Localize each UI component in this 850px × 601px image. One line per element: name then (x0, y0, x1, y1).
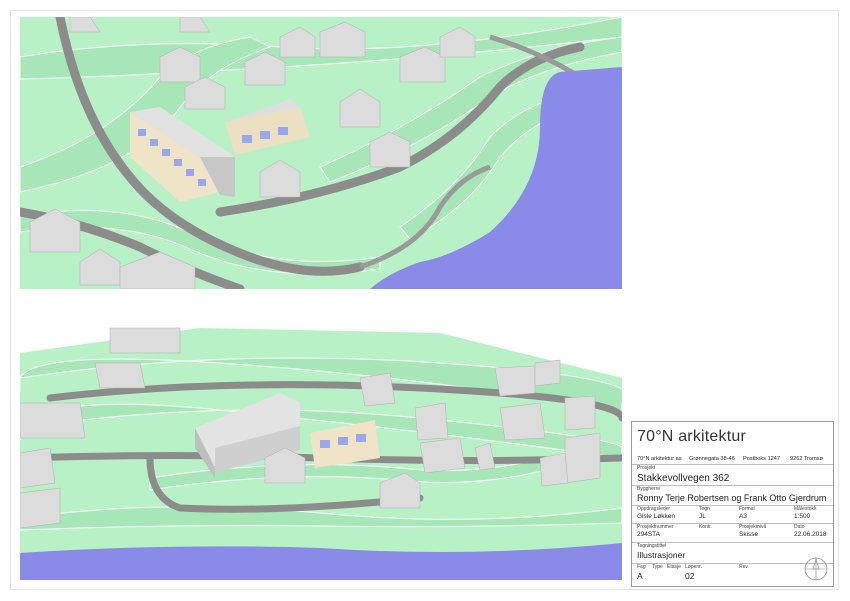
address-city: 9262 Tromsø (790, 456, 823, 462)
rev-label: Rev. (739, 564, 749, 570)
north-arrow-icon (804, 557, 828, 581)
site-illustration-bottom (20, 308, 622, 580)
fag-value: A (637, 571, 643, 581)
address-company: 70°N arkitektur as (637, 456, 682, 462)
lopenr-label: Løpenr. (685, 564, 702, 570)
field-label: Prosjektnivå (739, 524, 767, 530)
field-value: 294STA (637, 531, 661, 538)
divider (632, 464, 833, 465)
field-value: 22.06.2018 (794, 531, 827, 538)
drawing-type-value: Illustrasjoner (637, 550, 686, 560)
field-label: Kontr. (699, 524, 713, 530)
lopenr-value: 02 (685, 571, 695, 581)
title-block: 70°N arkitektur 70°N arkitektur as Grønn… (631, 421, 834, 587)
field-value: Gisle Løkken (637, 513, 675, 520)
field-label: Format (739, 506, 755, 512)
site-illustration-top (20, 17, 622, 289)
field-value: JL (699, 513, 706, 520)
field-label: Prosjektnummer (637, 524, 674, 530)
field-value: A3 (739, 513, 747, 520)
client-value: Ronny Terje Robertsen og Frank Otto Gjer… (637, 493, 827, 503)
drawing-type-label: Tegningstittel (637, 543, 667, 549)
type-label: Type (652, 564, 663, 570)
fag-label: Fag (637, 564, 646, 570)
field-label: Dato (794, 524, 805, 530)
field-label: Målestokk (794, 506, 817, 512)
field-value: Skisse (739, 531, 759, 538)
divider (632, 485, 833, 486)
field-label: Oppdragsleder (637, 506, 671, 512)
address-postbox: Postboks 1247 (743, 456, 781, 462)
firm-logo: 70°N arkitektur (637, 428, 746, 445)
project-value: Stakkevollvegen 362 (637, 473, 730, 484)
field-label: Tegn (699, 506, 710, 512)
etasje-label: Etasje (667, 564, 681, 570)
field-value: 1:500 (794, 513, 811, 520)
client-label: Byggherre (637, 486, 661, 492)
address-street: Grønnegata 38-46 (689, 456, 735, 462)
project-label: Prosjekt (637, 465, 656, 471)
